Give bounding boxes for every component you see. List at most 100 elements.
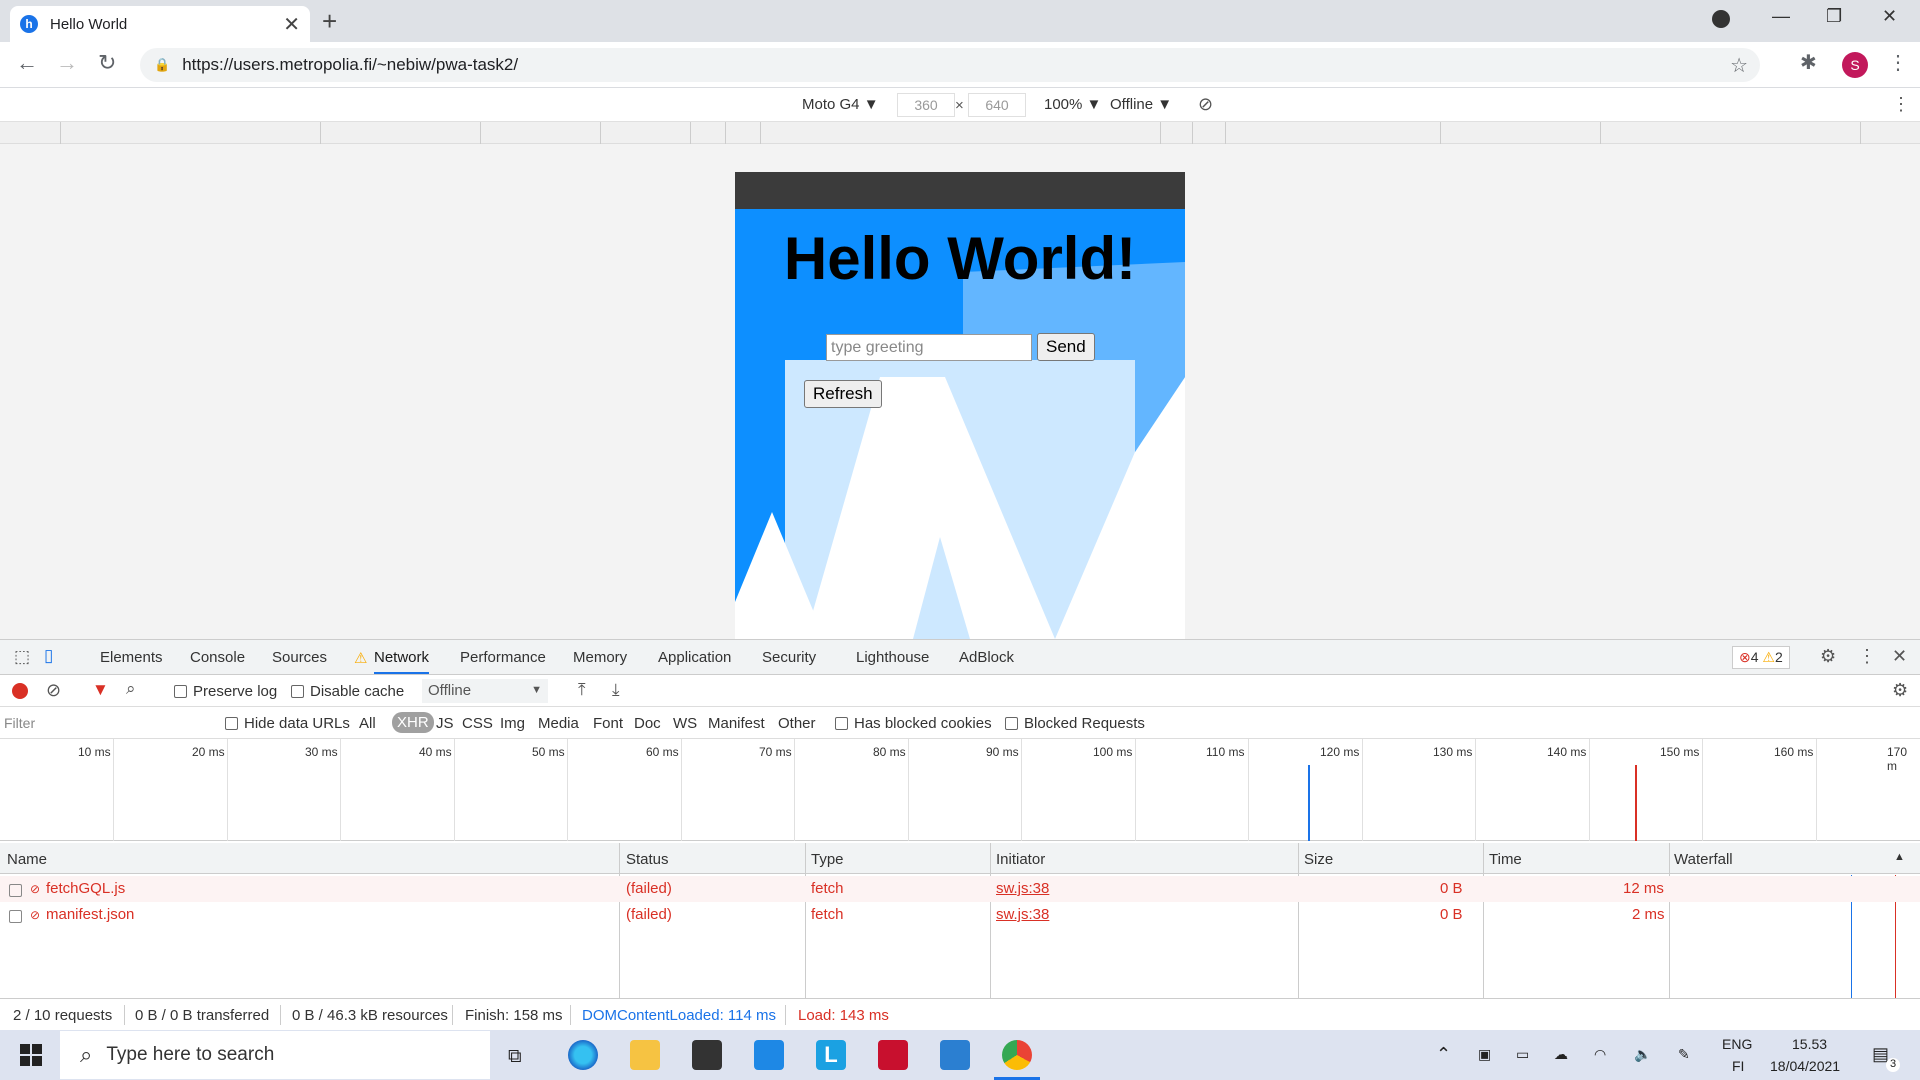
device-select[interactable]: Moto G4 ▼ (802, 96, 879, 113)
edge-icon[interactable] (568, 1040, 598, 1070)
export-har-icon[interactable]: ⤓ (612, 680, 620, 700)
extensions-icon[interactable]: ✱ (1800, 50, 1817, 75)
request-initiator[interactable]: sw.js:38 (996, 880, 1049, 897)
import-har-icon[interactable]: ⤒ (578, 680, 586, 700)
tab-elements[interactable]: Elements (100, 649, 163, 666)
row-checkbox[interactable] (9, 882, 28, 899)
filter-ws[interactable]: WS (673, 715, 697, 732)
filter-js[interactable]: JS (436, 715, 454, 732)
table-row[interactable]: ⊘ manifest.json (failed) fetch sw.js:38 … (0, 902, 1920, 928)
filter-icon[interactable]: ▼ (92, 680, 109, 700)
clear-icon[interactable]: ⊘ (46, 680, 61, 701)
filter-all[interactable]: All (359, 715, 376, 732)
inspect-icon[interactable]: ⬚ (14, 647, 30, 667)
tab-adblock[interactable]: AdBlock (959, 649, 1014, 666)
refresh-button[interactable]: Refresh (804, 380, 882, 408)
filter-img[interactable]: Img (500, 715, 525, 732)
col-type[interactable]: Type (811, 851, 844, 868)
restore-icon[interactable]: ❐ (1826, 6, 1842, 27)
close-devtools-icon[interactable]: ✕ (1892, 646, 1907, 667)
wifi-icon[interactable]: ◠ (1594, 1046, 1606, 1063)
issues-badge[interactable]: ⊗4 ⚠2 (1732, 646, 1790, 669)
l-app-icon[interactable]: L (816, 1040, 846, 1070)
col-waterfall[interactable]: Waterfall (1674, 851, 1733, 868)
tab-sources[interactable]: Sources (272, 649, 327, 666)
minimize-icon[interactable]: — (1772, 6, 1790, 27)
filter-manifest[interactable]: Manifest (708, 715, 765, 732)
task-view-icon[interactable]: ⧉ (508, 1046, 522, 1068)
language-secondary[interactable]: FI (1732, 1058, 1744, 1074)
hide-data-urls-checkbox[interactable]: Hide data URLs (225, 715, 350, 732)
row-checkbox[interactable] (9, 908, 28, 925)
device-menu-icon[interactable]: ⋮ (1892, 94, 1910, 115)
device-toggle-icon[interactable]: ▯ (44, 646, 53, 666)
timeline-overview[interactable]: 10 ms 20 ms 30 ms 40 ms 50 ms 60 ms 70 m… (0, 739, 1920, 841)
sort-up-icon[interactable]: ▲ (1894, 851, 1905, 863)
clock-time[interactable]: 15.53 (1792, 1036, 1827, 1052)
battery-icon[interactable]: ▭ (1516, 1046, 1529, 1063)
table-row[interactable]: ⊘ fetchGQL.js (failed) fetch sw.js:38 0 … (0, 876, 1920, 902)
close-tab-icon[interactable]: ✕ (283, 12, 300, 37)
filter-other[interactable]: Other (778, 715, 816, 732)
filter-doc[interactable]: Doc (634, 715, 661, 732)
device-height-input[interactable]: 640 (968, 93, 1026, 117)
network-settings-icon[interactable]: ⚙ (1892, 680, 1908, 701)
store-icon[interactable] (692, 1040, 722, 1070)
settings-icon[interactable]: ⚙ (1820, 646, 1836, 667)
request-name[interactable]: manifest.json (46, 906, 134, 923)
bookmark-star-icon[interactable]: ☆ (1730, 53, 1748, 78)
file-explorer-icon[interactable] (630, 1040, 660, 1070)
volume-icon[interactable]: 🔈 (1634, 1046, 1651, 1063)
filter-media[interactable]: Media (538, 715, 579, 732)
new-tab-icon[interactable]: + (322, 6, 337, 37)
vscode-icon[interactable] (940, 1040, 970, 1070)
pen-icon[interactable]: ✎ (1678, 1046, 1690, 1063)
tab-console[interactable]: Console (190, 649, 245, 666)
filter-font[interactable]: Font (593, 715, 623, 732)
col-size[interactable]: Size (1304, 851, 1333, 868)
send-button[interactable]: Send (1037, 333, 1095, 361)
zoom-select[interactable]: 100% ▼ (1044, 96, 1101, 113)
mcafee-icon[interactable] (878, 1040, 908, 1070)
device-width-input[interactable]: 360 (897, 93, 955, 117)
chevron-up-icon[interactable]: ⌃ (1436, 1044, 1451, 1065)
rotate-icon[interactable]: ⊘ (1198, 94, 1213, 115)
col-name[interactable]: Name (7, 851, 47, 868)
reload-icon[interactable]: ↻ (98, 50, 116, 76)
disable-cache-checkbox[interactable]: Disable cache (291, 683, 404, 700)
taskbar-search[interactable]: ⌕ Type here to search (60, 1031, 490, 1079)
tab-search-icon[interactable] (1712, 10, 1730, 28)
tab-network[interactable]: Network (374, 649, 430, 674)
meet-icon[interactable]: ▣ (1478, 1046, 1491, 1063)
filter-css[interactable]: CSS (462, 715, 493, 732)
address-bar[interactable]: 🔒 https://users.metropolia.fi/~nebiw/pwa… (140, 48, 1760, 82)
tab-security[interactable]: Security (762, 649, 816, 666)
greeting-input[interactable] (826, 334, 1032, 361)
request-name[interactable]: fetchGQL.js (46, 880, 125, 897)
tab-application[interactable]: Application (658, 649, 731, 666)
tab-lighthouse[interactable]: Lighthouse (856, 649, 929, 666)
tab-memory[interactable]: Memory (573, 649, 627, 666)
mail-icon[interactable] (754, 1040, 784, 1070)
back-icon[interactable]: ← (16, 50, 38, 76)
onedrive-icon[interactable]: ☁ (1554, 1046, 1568, 1063)
forward-icon[interactable]: → (56, 50, 78, 76)
tab-performance[interactable]: Performance (460, 649, 546, 666)
filter-input[interactable] (4, 712, 209, 734)
windows-start-icon[interactable] (20, 1044, 42, 1066)
blocked-cookies-checkbox[interactable]: Has blocked cookies (835, 715, 992, 732)
browser-tab[interactable]: h Hello World ✕ (10, 6, 310, 42)
chrome-icon[interactable] (1002, 1040, 1032, 1070)
col-time[interactable]: Time (1489, 851, 1522, 868)
col-status[interactable]: Status (626, 851, 669, 868)
request-initiator[interactable]: sw.js:38 (996, 906, 1049, 923)
record-icon[interactable] (12, 683, 28, 699)
col-initiator[interactable]: Initiator (996, 851, 1045, 868)
preserve-log-checkbox[interactable]: Preserve log (174, 683, 277, 700)
throttle-select[interactable]: Offline ▼ (1110, 96, 1172, 113)
avatar[interactable]: S (1842, 52, 1868, 78)
throttling-select[interactable]: Offline ▼ (422, 679, 548, 703)
menu-icon[interactable]: ⋮ (1888, 50, 1908, 75)
filter-xhr[interactable]: XHR (392, 712, 434, 733)
blocked-requests-checkbox[interactable]: Blocked Requests (1005, 715, 1145, 732)
